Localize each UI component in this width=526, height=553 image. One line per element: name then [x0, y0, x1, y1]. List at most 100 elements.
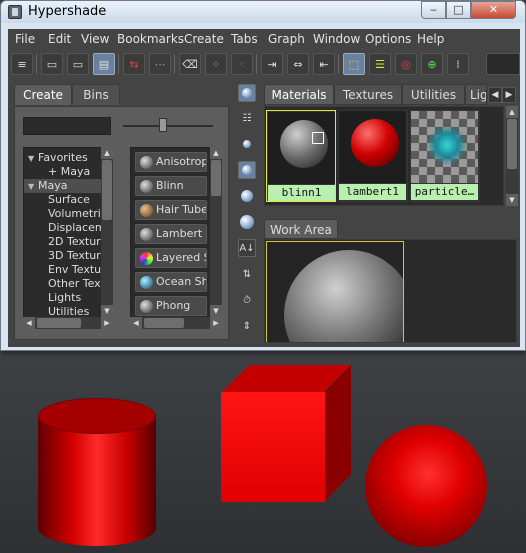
- select-upstream-icon[interactable]: ◎: [395, 53, 417, 75]
- show-input-output-icon[interactable]: ⇔: [287, 53, 309, 75]
- scroll-thumb[interactable]: [144, 318, 184, 328]
- panel-split-slider-track[interactable]: [123, 125, 213, 127]
- red-cube-front-face[interactable]: [221, 392, 325, 502]
- scroll-thumb[interactable]: [211, 160, 221, 196]
- tree-item[interactable]: Env Textures: [24, 263, 102, 277]
- tree-item[interactable]: Lights: [24, 291, 102, 305]
- swatch-vertical-scrollbar[interactable]: ▲ ▼: [506, 106, 518, 206]
- menu-window[interactable]: Window: [313, 32, 360, 46]
- select-downstream-icon[interactable]: ⊕: [421, 53, 443, 75]
- scroll-up-arrow-icon[interactable]: ▲: [210, 147, 222, 159]
- large-swatch-icon[interactable]: [238, 187, 256, 205]
- toggle-swatch-icon[interactable]: ⬚: [343, 53, 365, 75]
- node-type-button[interactable]: Ocean Shader: [135, 272, 207, 292]
- material-swatch-blinn1[interactable]: blinn1: [266, 110, 336, 202]
- node-type-button[interactable]: Lambert: [135, 224, 207, 244]
- menu-graph[interactable]: Graph: [268, 32, 305, 46]
- menu-edit[interactable]: Edit: [48, 32, 71, 46]
- tree-item[interactable]: ▼ Maya: [24, 179, 102, 193]
- materials-swatch-area[interactable]: blinn1 lambert1 particle…: [264, 106, 504, 206]
- node-type-button[interactable]: Blinn: [135, 176, 207, 196]
- show-output-icon[interactable]: ⇤: [313, 53, 335, 75]
- menu-options[interactable]: Options: [365, 32, 411, 46]
- scroll-down-arrow-icon[interactable]: ▼: [506, 194, 518, 206]
- list-view-icon[interactable]: ☷: [238, 109, 256, 127]
- scroll-left-arrow-icon[interactable]: ◀: [23, 317, 35, 329]
- work-area-blinn-node[interactable]: [266, 241, 404, 342]
- bottom-tabs-layout-icon[interactable]: ▭: [67, 53, 89, 75]
- nodes-vertical-scrollbar[interactable]: ▲ ▼: [210, 147, 222, 317]
- toggle-create-bar-icon[interactable]: [238, 84, 256, 102]
- scroll-thumb[interactable]: [102, 160, 112, 220]
- split-tabs-layout-icon[interactable]: ▤: [93, 53, 115, 75]
- rearrange-graph-icon[interactable]: ⁘: [205, 53, 227, 75]
- nodes-horizontal-scrollbar[interactable]: ◀ ▶: [130, 317, 222, 329]
- small-swatch-icon[interactable]: [238, 135, 256, 153]
- tree-item[interactable]: 3D Textures: [24, 249, 102, 263]
- graph-materials-icon[interactable]: ⁖: [231, 53, 253, 75]
- menu-view[interactable]: View: [81, 32, 109, 46]
- scroll-down-arrow-icon[interactable]: ▼: [210, 305, 222, 317]
- tree-item[interactable]: Volumetric: [24, 207, 102, 221]
- red-cylinder[interactable]: [38, 398, 156, 546]
- scroll-up-arrow-icon[interactable]: ▲: [101, 147, 113, 159]
- clear-graph-icon[interactable]: ⌫: [179, 53, 201, 75]
- top-tabs-layout-icon[interactable]: ▭: [41, 53, 63, 75]
- filter-icon[interactable]: ☰: [369, 53, 391, 75]
- tab-utilities[interactable]: Utilities: [402, 84, 465, 105]
- hide-icon[interactable]: ⁞: [447, 53, 469, 75]
- scroll-right-arrow-icon[interactable]: ▶: [101, 317, 113, 329]
- tree-item[interactable]: 2D Textures: [24, 235, 102, 249]
- tab-create[interactable]: Create: [14, 84, 72, 105]
- tree-horizontal-scrollbar[interactable]: ◀ ▶: [23, 317, 113, 329]
- graph-output-connections-icon[interactable]: ⋯: [149, 53, 171, 75]
- menu-help[interactable]: Help: [417, 32, 444, 46]
- toolbar-grip-icon[interactable]: ≡: [11, 53, 33, 75]
- node-type-button[interactable]: Phong: [135, 296, 207, 316]
- toolbar-field[interactable]: [486, 53, 520, 75]
- scroll-up-arrow-icon[interactable]: ▲: [506, 106, 518, 118]
- node-type-button[interactable]: Layered Shader: [135, 248, 207, 268]
- tree-vertical-scrollbar[interactable]: ▲ ▼: [101, 147, 113, 317]
- title-bar[interactable]: Hypershade ‒ □ ✕: [1, 1, 525, 23]
- scroll-thumb[interactable]: [37, 318, 81, 328]
- tab-materials[interactable]: Materials: [264, 84, 334, 105]
- material-swatch-particle[interactable]: particle…: [410, 110, 480, 202]
- node-type-button[interactable]: Hair Tube Shader: [135, 200, 207, 220]
- sort-by-time-icon[interactable]: ⏱: [238, 291, 256, 309]
- show-input-icon[interactable]: ⇥: [261, 53, 283, 75]
- scroll-left-arrow-icon[interactable]: ◀: [130, 317, 142, 329]
- sort-reverse-icon[interactable]: ⇕: [238, 317, 256, 335]
- tab-lights[interactable]: Lights: [465, 84, 487, 105]
- medium-swatch-icon[interactable]: [238, 161, 256, 179]
- tab-scroll-right-icon[interactable]: ▶: [502, 87, 516, 103]
- tree-item[interactable]: + Maya: [24, 165, 102, 179]
- material-swatch-lambert1[interactable]: lambert1: [338, 110, 408, 202]
- tab-textures[interactable]: Textures: [334, 84, 402, 105]
- menu-bookmarks[interactable]: Bookmarks: [117, 32, 184, 46]
- menu-create[interactable]: Create: [184, 32, 224, 46]
- tab-work-area[interactable]: Work Area: [264, 219, 338, 239]
- expand-arrow-icon[interactable]: ▼: [28, 154, 38, 163]
- scroll-right-arrow-icon[interactable]: ▶: [210, 317, 222, 329]
- node-type-list[interactable]: Anisotropic Blinn Hair Tube Shader Lambert L…: [130, 147, 222, 329]
- menu-tabs[interactable]: Tabs: [231, 32, 258, 46]
- tab-bins[interactable]: Bins: [72, 84, 120, 105]
- graph-input-connections-icon[interactable]: ⇆: [123, 53, 145, 75]
- xlarge-swatch-icon[interactable]: [238, 213, 256, 231]
- sort-by-name-icon[interactable]: A↓: [238, 239, 256, 257]
- minimize-button[interactable]: ‒: [421, 1, 446, 19]
- work-area-graph[interactable]: [264, 239, 517, 343]
- expand-arrow-icon[interactable]: ▼: [28, 182, 38, 191]
- scroll-thumb[interactable]: [507, 119, 517, 169]
- tree-item[interactable]: Surface: [24, 193, 102, 207]
- node-type-button[interactable]: Anisotropic: [135, 152, 207, 172]
- red-sphere[interactable]: [365, 425, 487, 547]
- node-search-input[interactable]: [23, 117, 111, 135]
- panel-split-slider-thumb[interactable]: [159, 118, 167, 132]
- close-button[interactable]: ✕: [471, 1, 516, 19]
- scroll-down-arrow-icon[interactable]: ▼: [101, 305, 113, 317]
- tree-item[interactable]: Displacement: [24, 221, 102, 235]
- tab-scroll-left-icon[interactable]: ◀: [488, 87, 502, 103]
- tree-item[interactable]: Other Textures: [24, 277, 102, 291]
